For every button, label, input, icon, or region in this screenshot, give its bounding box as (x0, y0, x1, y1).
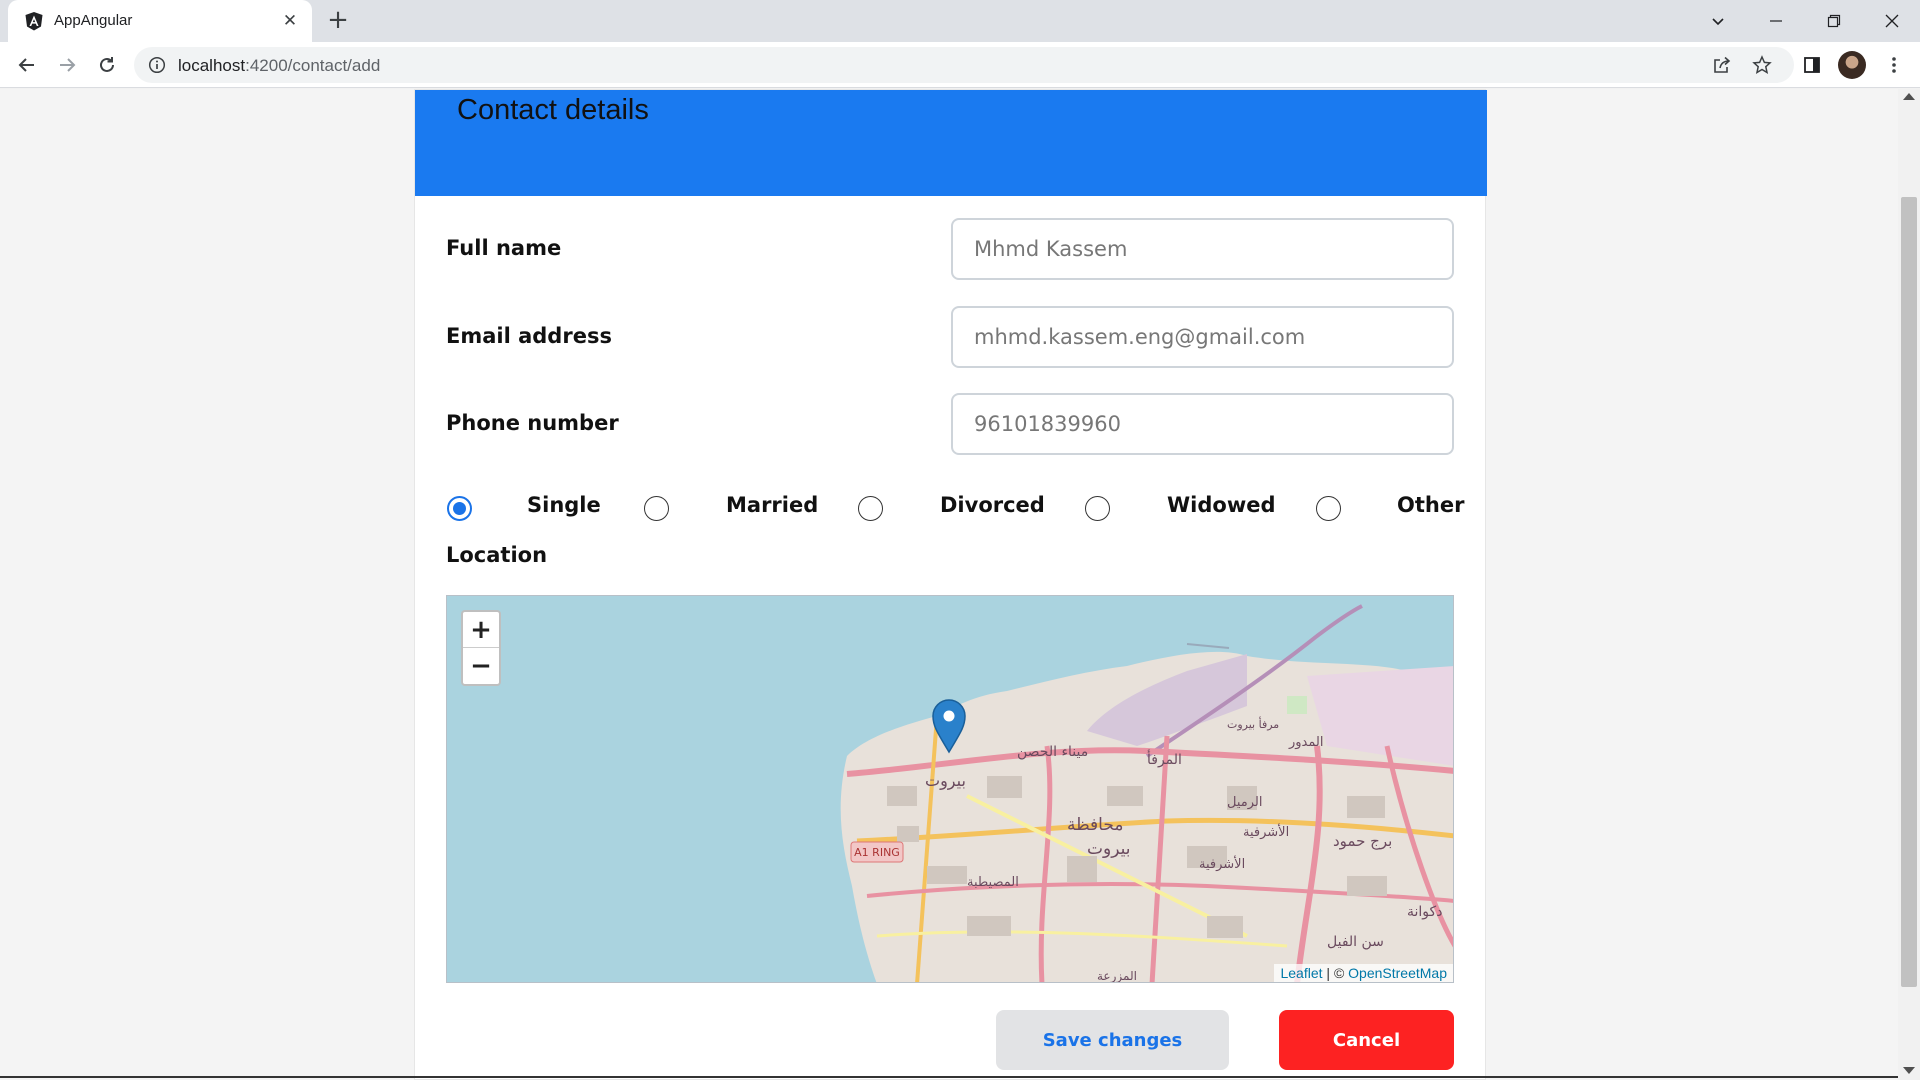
radio-label-widowed: Widowed (1167, 493, 1276, 517)
map-label-sin-el-fil: سن الفيل (1327, 934, 1384, 950)
card-header: Contact details (415, 90, 1487, 196)
map-label-ashrafieh-2: الأشرفية (1199, 855, 1245, 872)
phone-label: Phone number (446, 411, 619, 435)
close-icon (1885, 14, 1899, 28)
map-label-beirut-2: بيروت (1087, 839, 1130, 859)
openstreetmap-link[interactable]: OpenStreetMap (1348, 965, 1447, 981)
new-tab-button[interactable]: + (324, 7, 352, 35)
cancel-button[interactable]: Cancel (1279, 1010, 1454, 1070)
email-label: Email address (446, 324, 612, 348)
restore-button[interactable] (1812, 4, 1856, 38)
map-label-rmeil: الرميل (1227, 795, 1262, 810)
radio-married[interactable] (644, 496, 669, 521)
scroll-thumb[interactable] (1901, 197, 1917, 987)
full-name-label: Full name (446, 236, 562, 260)
back-arrow-icon (18, 58, 34, 72)
map-label-a1-ring: A1 RING (854, 846, 900, 859)
side-panel-button[interactable] (1798, 51, 1826, 79)
forward-arrow-icon (60, 58, 76, 72)
browser-tabstrip: AppAngular ✕ + (0, 0, 1920, 42)
map-label-mousaytbeh: المصيطبة (967, 875, 1019, 890)
bookmark-button[interactable] (1748, 51, 1776, 79)
email-input[interactable]: mhmd.kassem.eng@gmail.com (951, 306, 1454, 368)
map-label-mina-hosn: ميناء الحصن (1017, 744, 1088, 760)
browser-tab[interactable]: AppAngular ✕ (8, 0, 312, 42)
profile-avatar[interactable] (1838, 51, 1866, 79)
map-label-mdawar: المدور (1288, 735, 1323, 750)
star-icon (1752, 55, 1772, 75)
minimize-icon (1770, 20, 1782, 22)
more-vertical-icon (1892, 57, 1896, 73)
reload-icon (100, 57, 114, 72)
radio-single[interactable] (447, 496, 472, 521)
map-label-mazraa: المزرعة (1097, 969, 1137, 983)
url-text[interactable]: localhost:4200/contact/add (178, 56, 380, 76)
scroll-up-arrow-icon[interactable] (1903, 93, 1915, 100)
full-name-input[interactable]: Mhmd Kassem (951, 218, 1454, 280)
radio-label-divorced: Divorced (940, 493, 1045, 517)
close-tab-icon[interactable]: ✕ (278, 9, 302, 33)
share-button[interactable] (1708, 51, 1736, 79)
info-icon[interactable] (148, 56, 166, 74)
reload-button[interactable] (92, 50, 122, 80)
map-label-dekwaneh: دكوانة (1407, 904, 1442, 920)
browser-menu-button[interactable] (1880, 51, 1908, 79)
page-scrollbar[interactable] (1898, 89, 1920, 1080)
page-title: Contact details (457, 94, 649, 126)
scroll-down-arrow-icon[interactable] (1903, 1067, 1915, 1074)
minimize-button[interactable] (1754, 4, 1798, 38)
location-label: Location (446, 543, 548, 567)
forward-button[interactable] (52, 50, 82, 80)
taskbar-edge (0, 1076, 1898, 1078)
map-label-ashrafieh: الأشرفية (1243, 823, 1289, 840)
radio-widowed[interactable] (1085, 496, 1110, 521)
radio-label-married: Married (726, 493, 819, 517)
attribution-separator: | © (1322, 965, 1349, 981)
zoom-in-button[interactable]: + (463, 612, 499, 648)
radio-divorced[interactable] (858, 496, 883, 521)
tab-title: AppAngular (54, 12, 133, 29)
radio-label-single: Single (527, 493, 601, 517)
leaflet-link[interactable]: Leaflet (1280, 965, 1322, 981)
radio-label-other: Other (1397, 493, 1465, 517)
map-zoom-control: + − (461, 610, 501, 686)
phone-input[interactable]: 96101839960 (951, 393, 1454, 455)
chevron-down-icon (1712, 18, 1724, 26)
back-button[interactable] (12, 50, 42, 80)
radio-other[interactable] (1316, 496, 1341, 521)
contact-form-card: Contact details Full name Mhmd Kassem Em… (414, 89, 1487, 1080)
map-attribution: Leaflet | © OpenStreetMap (1274, 964, 1453, 982)
map-label-marfa-beirut: مرفأ بيروت (1227, 716, 1279, 731)
tab-search-button[interactable] (1696, 4, 1740, 38)
side-panel-icon (1804, 57, 1820, 73)
browser-toolbar: localhost:4200/contact/add (0, 42, 1920, 88)
address-bar[interactable]: localhost:4200/contact/add (134, 47, 1794, 83)
map-label-muhafaza: محافظة (1067, 815, 1123, 835)
angular-logo-icon (25, 12, 43, 31)
restore-icon (1827, 14, 1841, 28)
map-label-beirut: بيروت (925, 771, 966, 791)
map-label-bourj-hammoud: برج حمود (1333, 832, 1392, 851)
location-map[interactable]: A1 RING بيروت ميناء الحصن المرفأ المدور … (446, 595, 1454, 983)
map-label-marfa: المرفأ (1147, 749, 1182, 768)
save-changes-button[interactable]: Save changes (996, 1010, 1229, 1070)
page-viewport: Contact details Full name Mhmd Kassem Em… (0, 89, 1898, 1080)
zoom-out-button[interactable]: − (463, 648, 499, 684)
map-tiles: A1 RING بيروت ميناء الحصن المرفأ المدور … (840, 604, 1453, 983)
share-icon (1714, 56, 1731, 73)
close-window-button[interactable] (1870, 4, 1914, 38)
